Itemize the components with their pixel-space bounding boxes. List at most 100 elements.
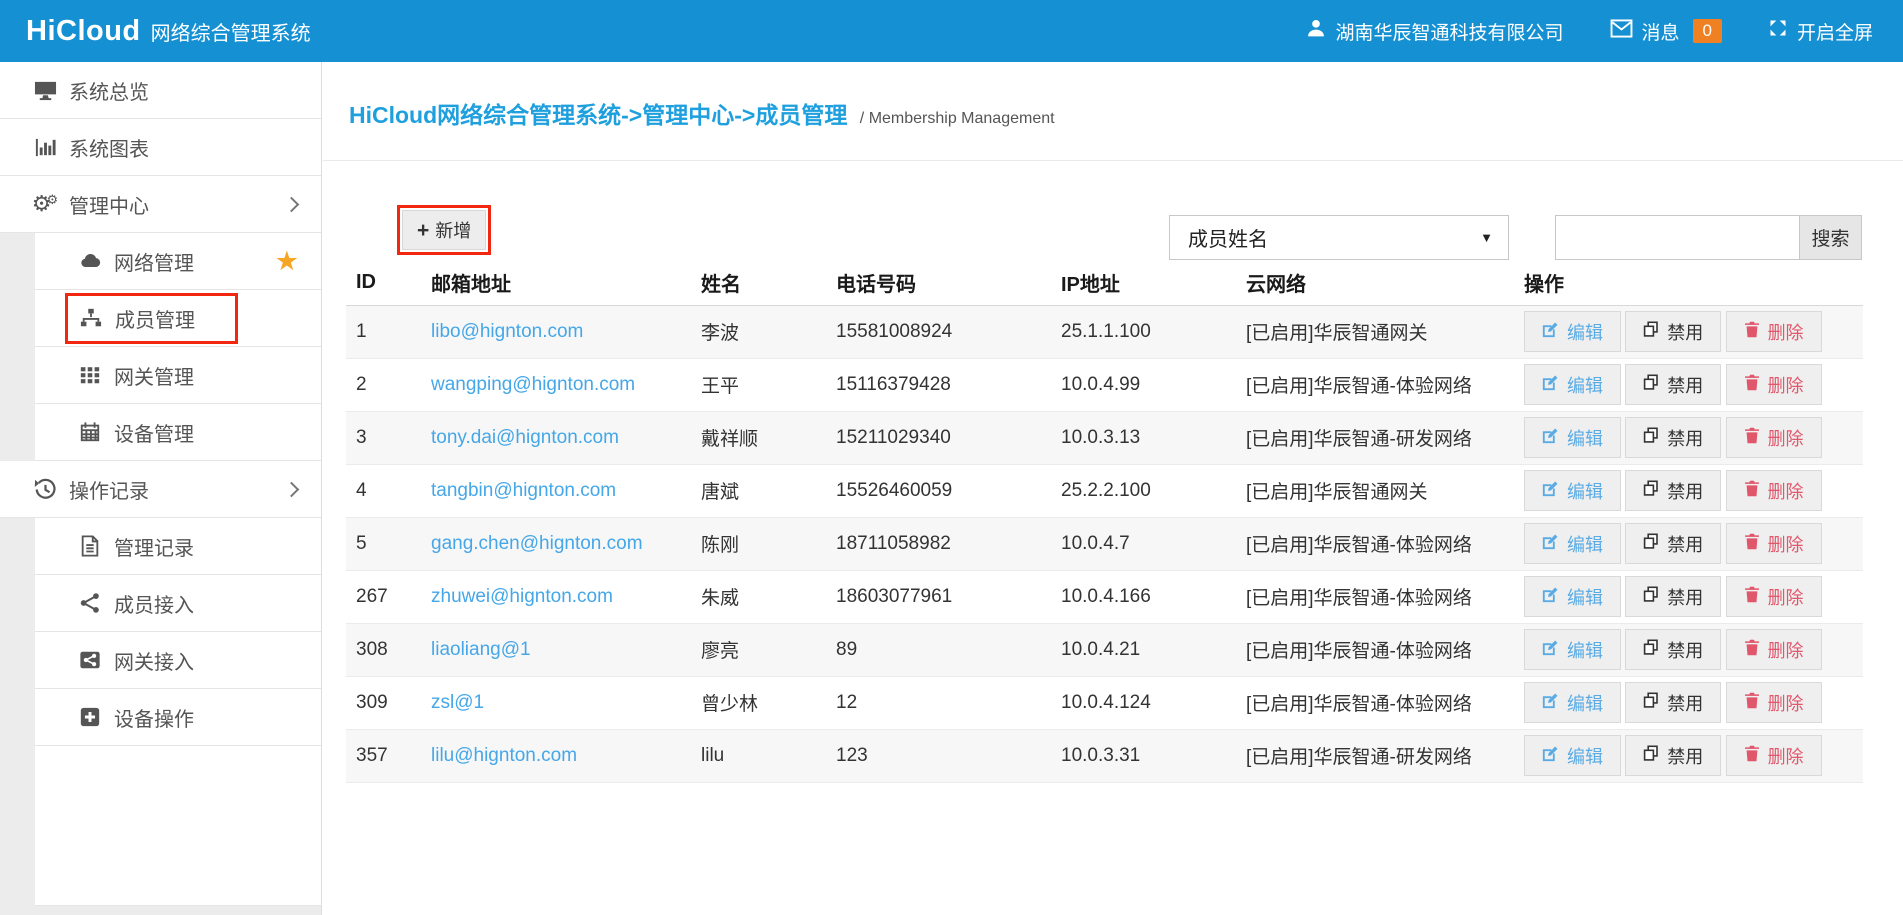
disable-button[interactable]: 禁用 <box>1625 523 1721 564</box>
app-logo[interactable]: HiCloud 网络综合管理系统 <box>26 15 311 48</box>
edit-label: 编辑 <box>1567 637 1603 663</box>
edit-label: 编辑 <box>1567 372 1603 398</box>
disable-button[interactable]: 禁用 <box>1625 364 1721 405</box>
search-button[interactable]: 搜索 <box>1800 215 1862 260</box>
sidebar-item-operation-records[interactable]: 操作记录 <box>0 461 321 518</box>
submenu-operation-records: 管理记录 成员接入 网关接入 设备操作 <box>0 518 321 915</box>
edit-button[interactable]: 编辑 <box>1524 523 1621 564</box>
member-phone: 18711058982 <box>826 517 1051 570</box>
delete-button[interactable]: 删除 <box>1726 311 1822 352</box>
sidebar-item-label: 管理记录 <box>114 532 194 561</box>
edit-button[interactable]: 编辑 <box>1524 311 1621 352</box>
member-email-link[interactable]: tony.dai@hignton.com <box>431 427 619 448</box>
edit-button[interactable]: 编辑 <box>1524 470 1621 511</box>
column-header-email: 邮箱地址 <box>421 261 691 305</box>
sidebar-item-gateway-access[interactable]: 网关接入 <box>35 632 321 689</box>
messages-menu[interactable]: 消息 0 <box>1610 18 1722 45</box>
sidebar-item-label: 网关接入 <box>114 646 194 675</box>
member-email-link[interactable]: tangbin@hignton.com <box>431 480 616 501</box>
delete-button[interactable]: 删除 <box>1726 364 1822 405</box>
sidebar-item-device-operation[interactable]: 设备操作 <box>35 689 321 746</box>
table-row: 267 zhuwei@hignton.com 朱威 18603077961 10… <box>346 570 1863 623</box>
member-network: [已启用]华辰智通-体验网络 <box>1236 623 1514 676</box>
member-email-link[interactable]: zhuwei@hignton.com <box>431 586 613 607</box>
disable-label: 禁用 <box>1667 372 1703 398</box>
delete-button[interactable]: 删除 <box>1726 417 1822 458</box>
add-member-button[interactable]: + 新增 <box>402 210 486 250</box>
chevron-right-icon <box>284 481 300 497</box>
trash-icon <box>1744 692 1760 714</box>
sidebar-item-network-management[interactable]: 网络管理 ★ <box>35 233 321 290</box>
member-id: 1 <box>346 305 421 358</box>
member-email-link[interactable]: gang.chen@hignton.com <box>431 533 643 554</box>
member-name: 曾少林 <box>691 676 826 729</box>
edit-label: 编辑 <box>1567 690 1603 716</box>
edit-button[interactable]: 编辑 <box>1524 735 1621 776</box>
column-header-name: 姓名 <box>691 261 826 305</box>
edit-icon <box>1542 374 1559 396</box>
search-input[interactable] <box>1555 215 1800 260</box>
member-name: 廖亮 <box>691 623 826 676</box>
trash-icon <box>1744 533 1760 555</box>
history-icon <box>30 478 60 501</box>
edit-button[interactable]: 编辑 <box>1524 364 1621 405</box>
fullscreen-toggle[interactable]: 开启全屏 <box>1768 18 1873 45</box>
annotation-box-add: + 新增 <box>397 205 491 255</box>
member-email-link[interactable]: libo@hignton.com <box>431 321 583 342</box>
delete-button[interactable]: 删除 <box>1726 523 1822 564</box>
sidebar-item-label: 成员接入 <box>114 589 194 618</box>
edit-button[interactable]: 编辑 <box>1524 682 1621 723</box>
disable-label: 禁用 <box>1667 690 1703 716</box>
member-ip: 10.0.4.124 <box>1051 676 1236 729</box>
trash-icon <box>1744 639 1760 661</box>
edit-button[interactable]: 编辑 <box>1524 417 1621 458</box>
sidebar-item-management-center[interactable]: ⚙⚙ 管理中心 <box>0 176 321 233</box>
table-row: 308 liaoliang@1 廖亮 89 10.0.4.21 [已启用]华辰智… <box>346 623 1863 676</box>
disable-button[interactable]: 禁用 <box>1625 629 1721 670</box>
gears-icon: ⚙⚙ <box>30 193 60 215</box>
trash-icon <box>1744 480 1760 502</box>
breadcrumb: HiCloud网络综合管理系统->管理中心->成员管理 / Membership… <box>323 62 1903 161</box>
delete-button[interactable]: 删除 <box>1726 735 1822 776</box>
disable-button[interactable]: 禁用 <box>1625 470 1721 511</box>
member-ip: 10.0.3.31 <box>1051 729 1236 782</box>
disable-label: 禁用 <box>1667 425 1703 451</box>
member-email-link[interactable]: wangping@hignton.com <box>431 374 635 395</box>
clone-icon <box>1643 321 1659 343</box>
disable-button[interactable]: 禁用 <box>1625 311 1721 352</box>
sidebar-item-gateway-management[interactable]: 网关管理 <box>35 347 321 404</box>
sidebar-item-label: 操作记录 <box>69 475 149 504</box>
sidebar-item-management-records[interactable]: 管理记录 <box>35 518 321 575</box>
delete-button[interactable]: 删除 <box>1726 576 1822 617</box>
member-table: ID 邮箱地址 姓名 电话号码 IP地址 云网络 操作 1 libo@hignt… <box>346 261 1863 783</box>
member-phone: 12 <box>826 676 1051 729</box>
member-email-link[interactable]: zsl@1 <box>431 692 484 713</box>
disable-button[interactable]: 禁用 <box>1625 735 1721 776</box>
table-row: 309 zsl@1 曾少林 12 10.0.4.124 [已启用]华辰智通-体验… <box>346 676 1863 729</box>
disable-button[interactable]: 禁用 <box>1625 417 1721 458</box>
clone-icon <box>1643 639 1659 661</box>
sidebar-item-system-overview[interactable]: 系统总览 <box>0 62 321 119</box>
disable-button[interactable]: 禁用 <box>1625 682 1721 723</box>
account-menu[interactable]: 湖南华辰智通科技有限公司 <box>1306 18 1563 45</box>
delete-button[interactable]: 删除 <box>1726 629 1822 670</box>
sidebar-item-member-management[interactable]: 成员管理 <box>35 290 321 347</box>
disable-button[interactable]: 禁用 <box>1625 576 1721 617</box>
sidebar-item-member-access[interactable]: 成员接入 <box>35 575 321 632</box>
edit-button[interactable]: 编辑 <box>1524 576 1621 617</box>
sidebar-item-label: 系统图表 <box>69 133 149 162</box>
member-phone: 15526460059 <box>826 464 1051 517</box>
member-email-link[interactable]: lilu@hignton.com <box>431 745 577 766</box>
member-table-body: 1 libo@hignton.com 李波 15581008924 25.1.1… <box>346 305 1863 782</box>
delete-label: 删除 <box>1768 690 1804 716</box>
delete-button[interactable]: 删除 <box>1726 682 1822 723</box>
page-subtitle: / Membership Management <box>860 110 1055 127</box>
sidebar-item-system-charts[interactable]: 系统图表 <box>0 119 321 176</box>
filter-field-select[interactable]: 成员姓名 ▼ <box>1169 215 1509 260</box>
edit-button[interactable]: 编辑 <box>1524 629 1621 670</box>
sidebar-item-device-management[interactable]: 设备管理 <box>35 404 321 461</box>
delete-button[interactable]: 删除 <box>1726 470 1822 511</box>
member-email-link[interactable]: liaoliang@1 <box>431 639 531 660</box>
sitemap-icon <box>76 307 106 329</box>
trash-icon <box>1744 374 1760 396</box>
